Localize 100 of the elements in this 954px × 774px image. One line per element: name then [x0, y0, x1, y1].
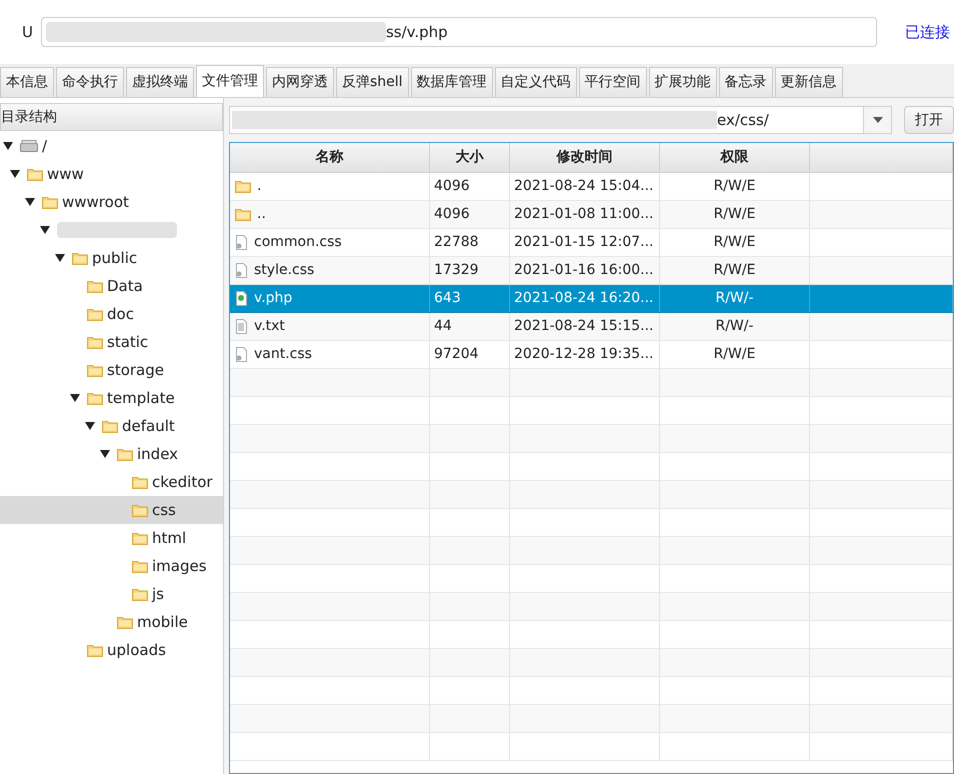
table-cell: 2021-08-24 15:15...	[510, 313, 660, 340]
file-name: v.php	[254, 289, 292, 308]
tree-item[interactable]: doc	[107, 302, 134, 326]
column-header[interactable]: 权限	[660, 143, 810, 172]
table-cell: 643	[430, 285, 510, 312]
tree-item[interactable]: html	[152, 526, 186, 550]
folder-icon	[42, 196, 58, 208]
tab[interactable]: 平行空间	[578, 67, 647, 97]
tab[interactable]: 命令执行	[56, 67, 124, 97]
file-row[interactable]: vant.css 97204 2020-12-28 19:35... R/W/E	[230, 341, 953, 369]
tree-header: 目录结构	[0, 103, 223, 131]
tree-item[interactable]: default	[122, 414, 175, 438]
tree-item[interactable]: static	[107, 330, 148, 354]
tree-item[interactable]: public	[92, 246, 138, 270]
expanded-arrow-icon[interactable]	[85, 422, 95, 430]
tree-item[interactable]: template	[107, 386, 175, 410]
drive-icon	[20, 140, 38, 152]
tree-item[interactable]: ckeditor	[152, 470, 213, 494]
table-cell: R/W/E	[660, 201, 810, 228]
folder-icon	[117, 448, 133, 460]
tree-item[interactable]: mobile	[137, 610, 188, 634]
expanded-arrow-icon[interactable]	[40, 226, 50, 234]
table-cell: 97204	[430, 341, 510, 368]
folder-icon	[235, 208, 251, 221]
tree-item[interactable]: Data	[107, 274, 143, 298]
expanded-arrow-icon[interactable]	[100, 450, 110, 458]
file-row[interactable]: . 4096 2021-08-24 15:04... R/W/E	[230, 173, 953, 201]
column-header[interactable]: 修改时间	[510, 143, 660, 172]
folder-icon	[132, 532, 148, 544]
expanded-arrow-icon[interactable]	[55, 254, 65, 262]
expanded-arrow-icon[interactable]	[70, 394, 80, 402]
file-name: .	[257, 177, 262, 196]
tab[interactable]: 扩展功能	[648, 67, 717, 97]
table-cell: 4096	[430, 173, 510, 200]
tree-item[interactable]: uploads	[107, 638, 166, 662]
table-cell: 2021-01-15 12:07...	[510, 229, 660, 256]
expanded-arrow-icon[interactable]	[3, 142, 13, 150]
folder-icon	[102, 420, 118, 432]
tab[interactable]: 自定义代码	[494, 67, 577, 97]
file-name: style.css	[254, 261, 314, 280]
url-field[interactable]: ss/v.php	[40, 17, 877, 47]
table-cell: 4096	[430, 201, 510, 228]
script-file-icon	[235, 291, 248, 306]
file-row[interactable]: v.txt 44 2021-08-24 15:15... R/W/-	[230, 313, 953, 341]
folder-icon	[87, 336, 103, 348]
tab[interactable]: 内网穿透	[266, 67, 334, 97]
folder-icon	[132, 560, 148, 572]
table-cell: 17329	[430, 257, 510, 284]
folder-icon	[87, 280, 103, 292]
table-cell: R/W/E	[660, 229, 810, 256]
folder-icon	[117, 616, 133, 628]
folder-icon	[87, 392, 103, 404]
tree-item[interactable]: index	[137, 442, 178, 466]
table-cell: R/W/E	[660, 173, 810, 200]
url-label: U	[22, 22, 33, 43]
tree-item[interactable]: css	[152, 498, 176, 522]
folder-icon	[132, 588, 148, 600]
tab[interactable]: 本信息	[0, 67, 54, 97]
file-row[interactable]: style.css 17329 2021-01-16 16:00... R/W/E	[230, 257, 953, 285]
tab[interactable]: 数据库管理	[410, 67, 493, 97]
tree-item[interactable]: /	[42, 134, 48, 158]
folder-icon	[87, 364, 103, 376]
tree-item[interactable]: www	[47, 162, 84, 186]
folder-icon	[27, 168, 43, 180]
tab[interactable]: 更新信息	[774, 67, 843, 97]
tab[interactable]: 备忘录	[718, 67, 773, 97]
table-cell: R/W/E	[660, 341, 810, 368]
connection-status-link[interactable]: 已连接	[905, 20, 950, 44]
folder-icon	[87, 644, 103, 656]
file-name: v.txt	[254, 317, 285, 336]
open-button[interactable]: 打开	[904, 106, 954, 134]
file-name: vant.css	[254, 345, 312, 364]
file-row[interactable]: common.css 22788 2021-01-15 12:07... R/W/E	[230, 229, 953, 257]
tree-item[interactable]: images	[152, 554, 207, 578]
tab[interactable]: 文件管理	[196, 65, 264, 97]
table-cell: 2021-08-24 15:04...	[510, 173, 660, 200]
tree-item[interactable]: storage	[107, 358, 164, 382]
expanded-arrow-icon[interactable]	[10, 170, 20, 178]
tree-item[interactable]: wwwroot	[62, 190, 129, 214]
expanded-arrow-icon[interactable]	[25, 198, 35, 206]
table-cell: 2020-12-28 19:35...	[510, 341, 660, 368]
dropdown-arrow-icon[interactable]	[872, 117, 882, 123]
tree-item[interactable]: js	[152, 582, 164, 606]
table-cell: 22788	[430, 229, 510, 256]
tab[interactable]: 反弹shell	[336, 67, 409, 97]
folder-icon	[132, 504, 148, 516]
column-header[interactable]: 大小	[430, 143, 510, 172]
path-combo-box[interactable]: ex/css/	[229, 106, 892, 134]
tab[interactable]: 虚拟终端	[126, 67, 194, 97]
column-header[interactable]: 名称	[230, 143, 430, 172]
text-file-icon	[235, 319, 248, 334]
folder-icon	[132, 476, 148, 488]
table-cell: 2021-01-08 11:00...	[510, 201, 660, 228]
table-cell: 44	[430, 313, 510, 340]
table-cell: R/W/E	[660, 257, 810, 284]
folder-icon	[72, 252, 88, 264]
folder-icon	[235, 180, 251, 193]
table-cell: R/W/-	[660, 285, 810, 312]
file-row[interactable]: .. 4096 2021-01-08 11:00... R/W/E	[230, 201, 953, 229]
file-name: ..	[257, 205, 266, 224]
